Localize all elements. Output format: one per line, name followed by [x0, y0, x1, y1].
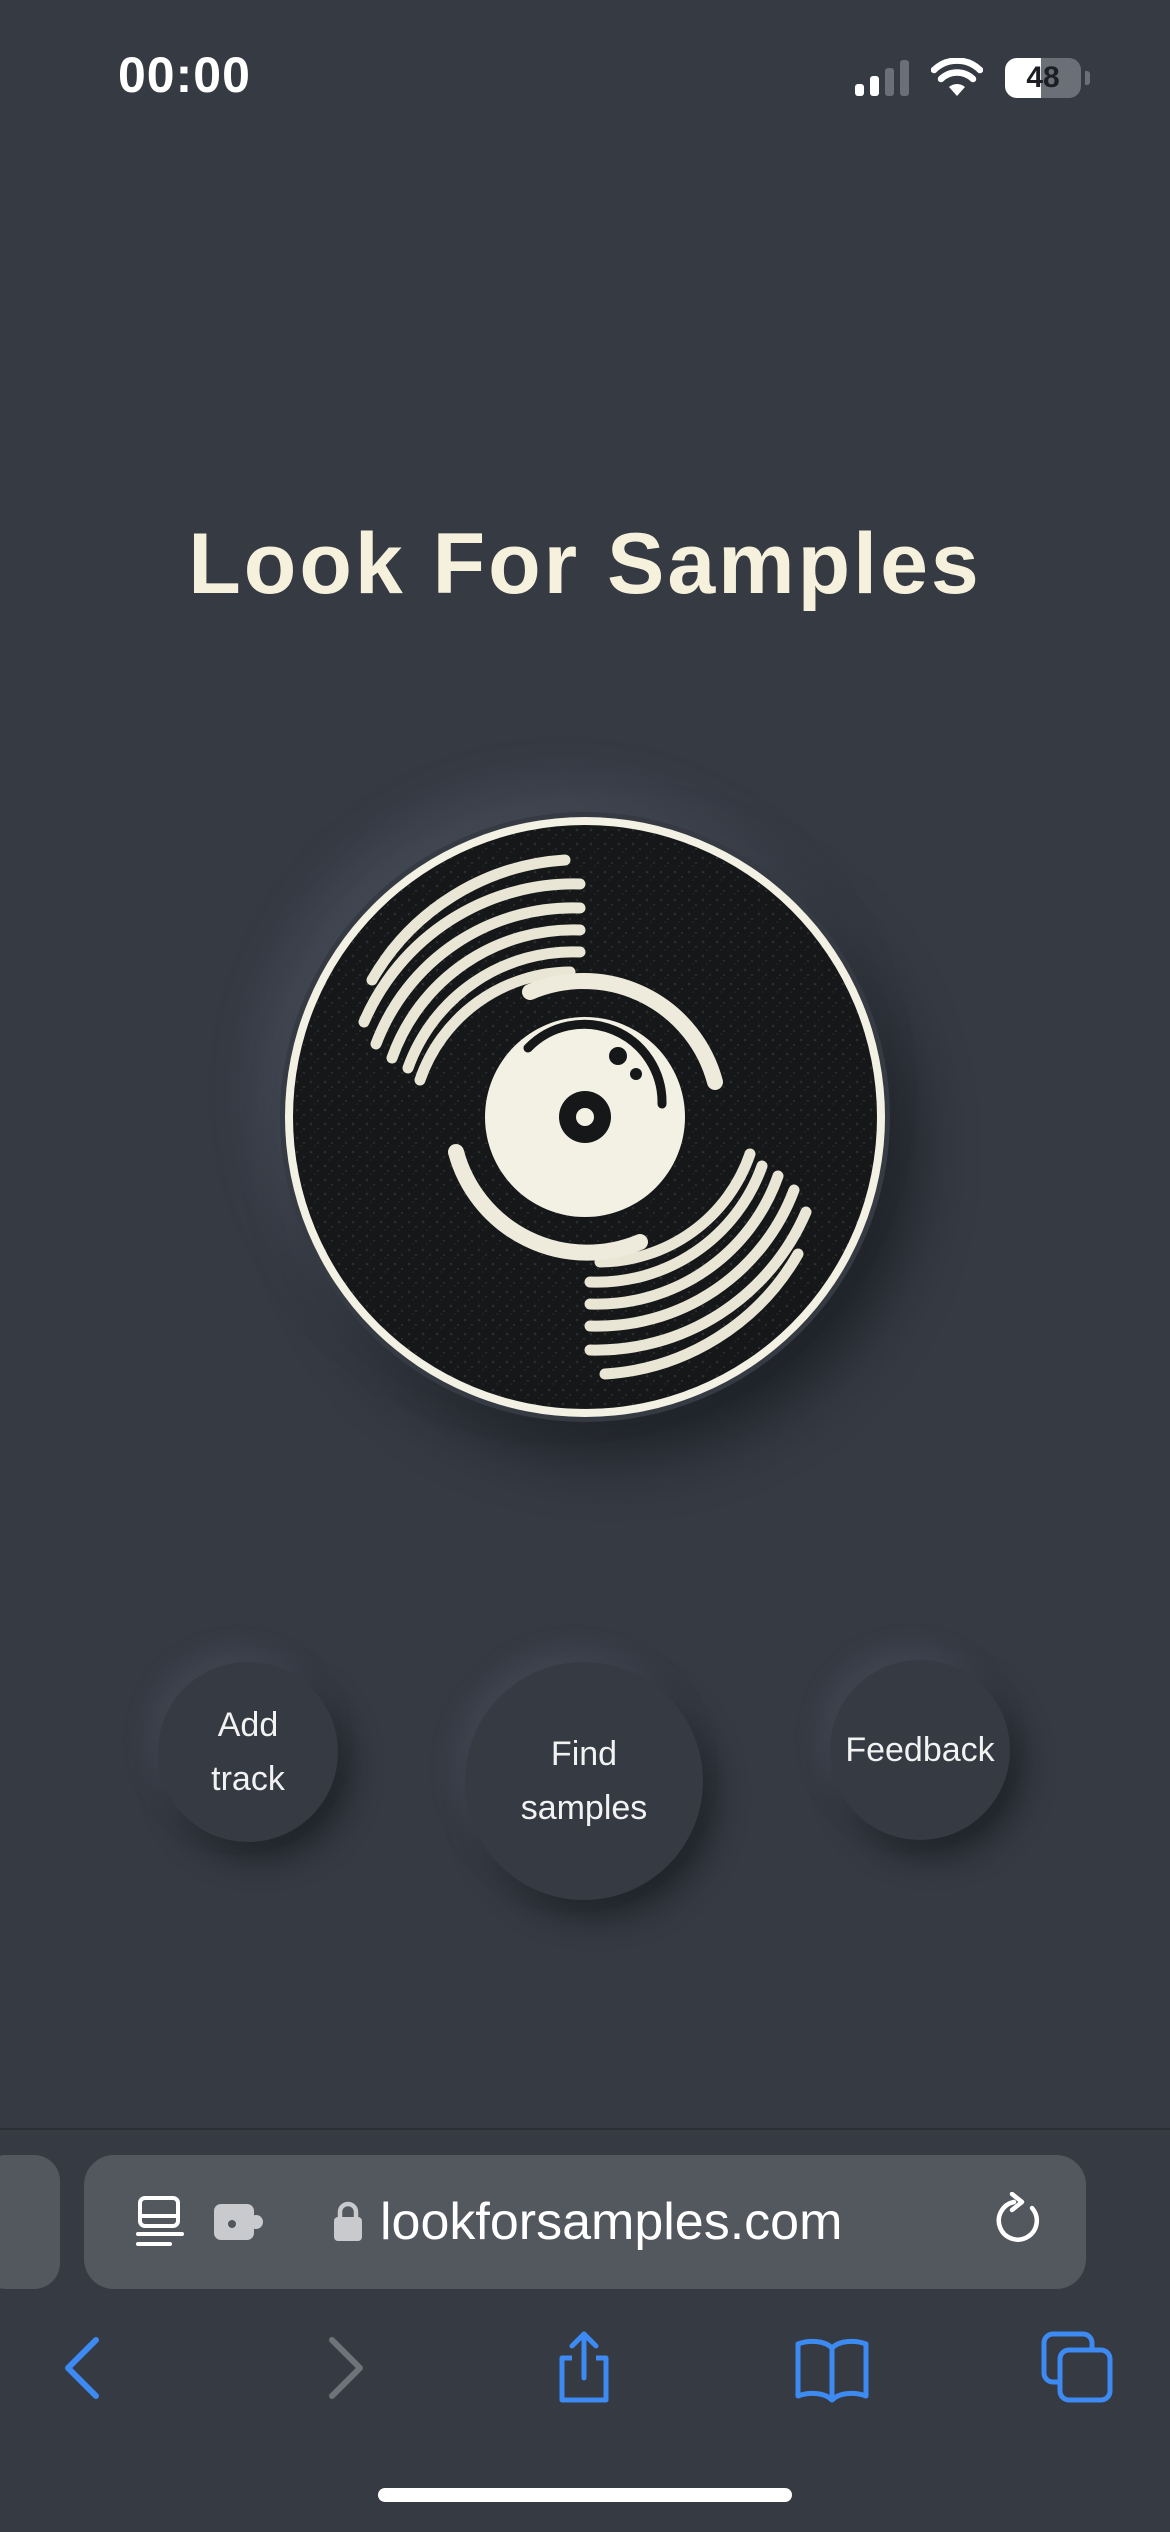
forward-icon[interactable] [302, 2330, 378, 2406]
tabs-icon[interactable] [1040, 2330, 1116, 2406]
battery-percent: 48 [1026, 61, 1060, 94]
bookmarks-icon[interactable] [794, 2330, 870, 2406]
previous-tab-preview[interactable] [0, 2155, 60, 2289]
vinyl-record-icon [280, 812, 890, 1422]
lock-icon [334, 2201, 362, 2241]
page-title: Look For Samples [188, 516, 982, 612]
extension-icon[interactable] [212, 2198, 264, 2244]
cellular-signal-icon [855, 60, 909, 96]
find-samples-label: Find samples [520, 1735, 648, 1827]
back-icon[interactable] [50, 2330, 126, 2406]
feedback-button[interactable]: Feedback [830, 1660, 1010, 1840]
battery-tip [1085, 71, 1090, 85]
battery-icon: 48 [1005, 58, 1081, 98]
wifi-icon [931, 58, 983, 96]
share-icon[interactable] [546, 2330, 622, 2406]
find-samples-button[interactable]: Find samples [465, 1662, 703, 1900]
feedback-label: Feedback [845, 1731, 995, 1769]
url-text[interactable]: lookforsamples.com [380, 2190, 842, 2254]
add-track-label: Add track [211, 1706, 285, 1798]
add-track-button[interactable]: Add track [158, 1662, 338, 1842]
status-icons: 48 [855, 54, 1090, 102]
status-time: 00:00 [118, 47, 251, 103]
home-indicator[interactable] [378, 2488, 792, 2502]
reload-icon[interactable] [990, 2192, 1046, 2248]
app-screen: 00:00 48 Look For Samples Add track Find… [0, 0, 1170, 2532]
reader-icon[interactable] [136, 2194, 184, 2250]
